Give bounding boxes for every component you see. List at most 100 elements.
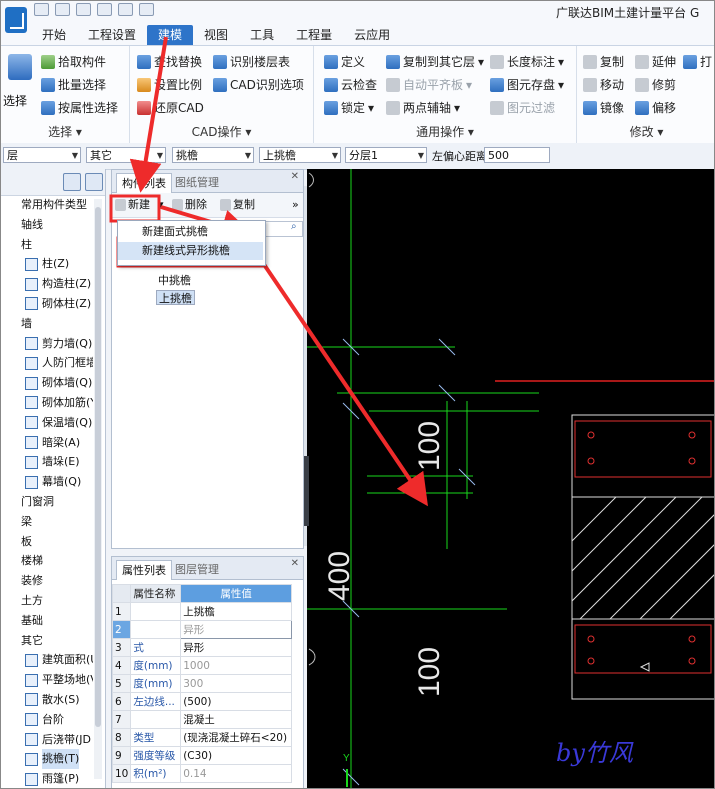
property-value[interactable]: (500)	[180, 692, 292, 711]
define-button[interactable]: 定义	[324, 52, 365, 72]
redo-icon[interactable]	[76, 3, 91, 16]
nav-item[interactable]: 人防门框墙	[1, 353, 93, 373]
nav-item[interactable]: 挑檐(T)	[1, 749, 93, 770]
element-filter-button[interactable]: 图元过滤	[490, 98, 555, 118]
tree-item-upper-eave[interactable]: 上挑檐	[156, 290, 195, 305]
property-value[interactable]: 异形	[180, 620, 292, 639]
property-value[interactable]: 上挑檐	[180, 602, 292, 621]
nav-item[interactable]: 轴线	[1, 215, 93, 235]
property-row[interactable]: 9 强度等级 (C30)	[111, 746, 292, 765]
property-row[interactable]: 3 式异形	[111, 638, 292, 657]
nav-item[interactable]: 常用构件类型	[1, 195, 93, 215]
menu-cloud[interactable]: 云应用	[343, 25, 401, 45]
nav-item[interactable]: 梁	[1, 512, 93, 532]
category-select[interactable]: 其它 ▼	[86, 147, 166, 163]
more-icon[interactable]: »	[292, 196, 299, 214]
app-logo-icon[interactable]	[5, 7, 27, 33]
property-row[interactable]: 8 类型 (现浇混凝土碎石<20)	[111, 728, 292, 747]
select-by-attr-button[interactable]: 按属性选择	[41, 98, 118, 118]
list-view-icon[interactable]	[63, 173, 81, 191]
nav-item[interactable]: 保温墙(Q)	[1, 413, 93, 433]
cloud-check-button[interactable]: 云检查	[324, 75, 377, 95]
nav-item[interactable]: 台阶	[1, 710, 93, 730]
property-row[interactable]: 6 左边线... (500)	[111, 692, 292, 711]
pick-component-button[interactable]: 拾取构件	[41, 52, 106, 72]
copy-to-layer-button[interactable]: 复制到其它层 ▾	[386, 52, 484, 72]
identify-floor-table-button[interactable]: 识别楼层表	[213, 52, 290, 72]
nav-item[interactable]: 砌体柱(Z)	[1, 294, 93, 314]
restore-cad-button[interactable]: 还原CAD	[137, 98, 204, 118]
property-value[interactable]: 1000	[180, 656, 292, 675]
tree-item-mid-eave[interactable]: 中挑檐	[156, 273, 193, 288]
two-point-axis-button[interactable]: 两点辅轴 ▾	[386, 98, 460, 118]
print-icon[interactable]	[97, 3, 112, 16]
find-replace-button[interactable]: 查找替换	[137, 52, 202, 72]
tab-drawing-manager[interactable]: 图纸管理	[170, 173, 224, 192]
copy-component-button[interactable]: 复制	[220, 196, 255, 214]
nav-item[interactable]: 雨篷(P)	[1, 769, 93, 788]
undo-icon[interactable]	[55, 3, 70, 16]
nav-item[interactable]: 砌体墙(Q)	[1, 373, 93, 393]
trim-button[interactable]: 修剪	[635, 75, 676, 95]
layout-icon[interactable]	[139, 3, 154, 16]
delete-button[interactable]: 删除	[172, 196, 207, 214]
nav-item[interactable]: 其它	[1, 631, 93, 651]
menu-quantities[interactable]: 工程量	[285, 25, 343, 45]
panel-splitter[interactable]	[304, 456, 309, 526]
cad-canvas[interactable]: 100 400 100 Y	[307, 169, 714, 788]
scrollbar-thumb[interactable]	[95, 207, 101, 727]
property-value[interactable]: (现浇混凝土碎石<20)	[180, 728, 292, 747]
grid-view-icon[interactable]	[85, 173, 103, 191]
nav-item[interactable]: 建筑面积(U	[1, 650, 93, 670]
menu-tools[interactable]: 工具	[239, 25, 285, 45]
property-row[interactable]: 7 混凝土	[111, 710, 292, 729]
new-linear-special-eave-item[interactable]: 新建线式异形挑檐	[118, 242, 263, 260]
lock-button[interactable]: 锁定 ▾	[324, 98, 374, 118]
nav-item[interactable]: 构造柱(Z)	[1, 274, 93, 294]
close-icon[interactable]: ✕	[291, 171, 299, 182]
nav-item[interactable]: 后浇带(JD	[1, 730, 93, 750]
extend-button[interactable]: 延伸	[635, 52, 676, 72]
new-dropdown-arrow[interactable]: ▾	[158, 196, 164, 214]
property-row[interactable]: 4 度(mm) 1000	[111, 656, 292, 675]
property-row[interactable]: 10 积(m²) 0.14	[111, 764, 292, 783]
batch-select-button[interactable]: 批量选择	[41, 75, 106, 95]
nav-item[interactable]: 基础	[1, 611, 93, 631]
nav-item[interactable]: 幕墙(Q)	[1, 472, 93, 492]
nav-item[interactable]: 墙	[1, 314, 93, 334]
tab-layer-manager[interactable]: 图层管理	[170, 560, 224, 579]
mirror-button[interactable]: 镜像	[583, 98, 624, 118]
save-element-button[interactable]: 图元存盘 ▾	[490, 75, 564, 95]
property-value[interactable]: 异形	[180, 638, 292, 657]
menu-start[interactable]: 开始	[31, 25, 77, 45]
close-icon[interactable]: ✕	[291, 558, 299, 569]
nav-item[interactable]: 柱	[1, 235, 93, 255]
tab-property-list[interactable]: 属性列表	[116, 560, 172, 580]
nav-item[interactable]: 暗梁(A)	[1, 433, 93, 453]
offset-button[interactable]: 偏移	[635, 98, 676, 118]
nav-item[interactable]: 楼梯	[1, 551, 93, 571]
move-button[interactable]: 移动	[583, 75, 624, 95]
break-button[interactable]: 打	[683, 52, 712, 72]
save-icon[interactable]	[34, 3, 49, 16]
navigator-scrollbar[interactable]	[94, 199, 102, 779]
nav-item[interactable]: 剪力墙(Q)	[1, 334, 93, 354]
property-row[interactable]: 5 度(mm) 300	[111, 674, 292, 693]
type-select[interactable]: 挑檐 ▼	[172, 147, 254, 163]
auto-align-slab-button[interactable]: 自动平齐板 ▾	[386, 75, 472, 95]
property-value[interactable]: 300	[180, 674, 292, 693]
set-scale-button[interactable]: 设置比例	[137, 75, 202, 95]
nav-item[interactable]: 墙垛(E)	[1, 452, 93, 472]
menu-modeling[interactable]: 建模	[147, 25, 194, 45]
menu-view[interactable]: 视图	[193, 25, 239, 45]
search-icon[interactable]: ⌕	[291, 221, 297, 232]
new-surface-eave-item[interactable]: 新建面式挑檐	[118, 223, 263, 241]
nav-item[interactable]: 门窗洞	[1, 492, 93, 512]
property-value[interactable]: (C30)	[180, 746, 292, 765]
copy-button[interactable]: 复制	[583, 52, 624, 72]
menu-project-settings[interactable]: 工程设置	[77, 25, 147, 45]
offset-input[interactable]: 500	[484, 147, 550, 163]
component-select[interactable]: 上挑檐 ▼	[259, 147, 341, 163]
property-row[interactable]: 1 上挑檐	[111, 602, 292, 621]
nav-item[interactable]: 板	[1, 532, 93, 552]
